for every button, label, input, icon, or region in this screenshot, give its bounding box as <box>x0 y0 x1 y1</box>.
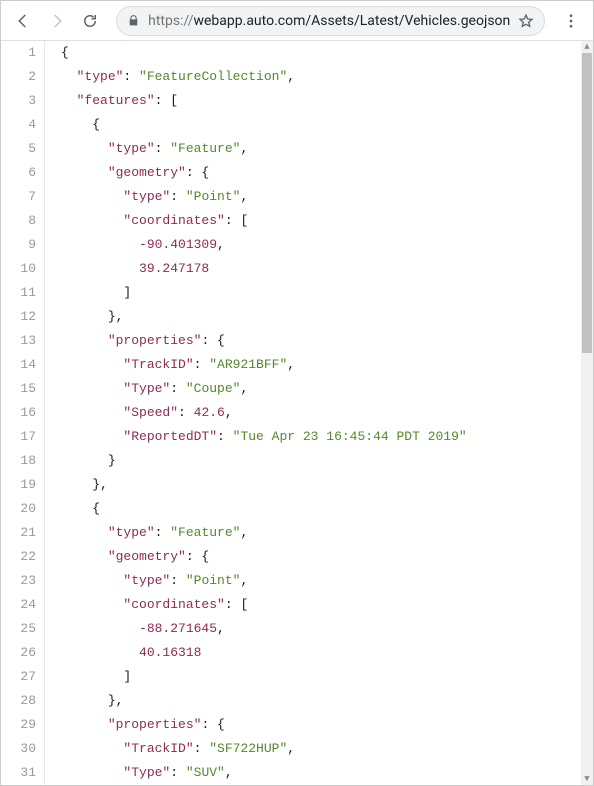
browser-toolbar: https://webapp.auto.com/Assets/Latest/Ve… <box>1 1 593 41</box>
line-number: 5 <box>1 137 36 161</box>
url-text: https://webapp.auto.com/Assets/Latest/Ve… <box>148 13 510 29</box>
code-line: { <box>61 41 593 65</box>
arrow-right-icon <box>48 12 66 30</box>
line-number: 11 <box>1 281 36 305</box>
code-line: "Speed": 42.6, <box>61 401 593 425</box>
code-line: "properties": { <box>61 329 593 353</box>
code-line: "type": "Feature", <box>61 521 593 545</box>
line-number: 7 <box>1 185 36 209</box>
line-number: 4 <box>1 113 36 137</box>
line-number: 21 <box>1 521 36 545</box>
line-number: 15 <box>1 377 36 401</box>
line-number: 23 <box>1 569 36 593</box>
code-line: "type": "Point", <box>61 569 593 593</box>
scrollbar-down-arrow[interactable]: ▼ <box>581 773 593 785</box>
line-number: 2 <box>1 65 36 89</box>
code-line: "Type": "Coupe", <box>61 377 593 401</box>
star-icon[interactable] <box>518 13 534 29</box>
code-content[interactable]: { "type": "FeatureCollection", "features… <box>45 41 593 785</box>
scrollbar-up-arrow[interactable]: ▲ <box>581 41 593 53</box>
line-number: 26 <box>1 641 36 665</box>
line-number: 3 <box>1 89 36 113</box>
forward-button[interactable] <box>43 7 71 35</box>
code-line: }, <box>61 689 593 713</box>
lock-icon <box>127 14 140 27</box>
line-number: 14 <box>1 353 36 377</box>
code-line: "type": "FeatureCollection", <box>61 65 593 89</box>
line-number: 31 <box>1 761 36 785</box>
scrollbar-thumb[interactable] <box>582 53 592 353</box>
code-line: "TrackID": "AR921BFF", <box>61 353 593 377</box>
line-number: 25 <box>1 617 36 641</box>
back-button[interactable] <box>9 7 37 35</box>
code-line: { <box>61 113 593 137</box>
code-line: "features": [ <box>61 89 593 113</box>
source-view: 1234567891011121314151617181920212223242… <box>1 41 593 785</box>
line-number: 16 <box>1 401 36 425</box>
menu-button[interactable] <box>557 7 585 35</box>
code-line: }, <box>61 473 593 497</box>
scrollbar[interactable]: ▲ ▼ <box>581 41 593 785</box>
code-line: 39.247178 <box>61 257 593 281</box>
line-number: 9 <box>1 233 36 257</box>
code-line: ] <box>61 281 593 305</box>
code-line: "coordinates": [ <box>61 209 593 233</box>
line-number: 30 <box>1 737 36 761</box>
line-number: 28 <box>1 689 36 713</box>
code-line: "TrackID": "SF722HUP", <box>61 737 593 761</box>
line-number: 13 <box>1 329 36 353</box>
code-line: } <box>61 449 593 473</box>
line-number: 19 <box>1 473 36 497</box>
code-line: { <box>61 497 593 521</box>
code-line: "Type": "SUV", <box>61 761 593 785</box>
code-line: "geometry": { <box>61 161 593 185</box>
arrow-left-icon <box>14 12 32 30</box>
line-number: 20 <box>1 497 36 521</box>
line-number: 10 <box>1 257 36 281</box>
reload-button[interactable] <box>76 7 104 35</box>
line-number: 12 <box>1 305 36 329</box>
line-number: 17 <box>1 425 36 449</box>
line-number: 6 <box>1 161 36 185</box>
line-number-gutter: 1234567891011121314151617181920212223242… <box>1 41 45 785</box>
reload-icon <box>81 12 99 30</box>
line-number: 27 <box>1 665 36 689</box>
kebab-icon <box>562 12 580 30</box>
code-line: "coordinates": [ <box>61 593 593 617</box>
line-number: 24 <box>1 593 36 617</box>
code-line: "type": "Point", <box>61 185 593 209</box>
line-number: 18 <box>1 449 36 473</box>
code-line: "properties": { <box>61 713 593 737</box>
address-bar[interactable]: https://webapp.auto.com/Assets/Latest/Ve… <box>116 6 545 36</box>
code-line: 40.16318 <box>61 641 593 665</box>
line-number: 29 <box>1 713 36 737</box>
code-line: -88.271645, <box>61 617 593 641</box>
line-number: 8 <box>1 209 36 233</box>
code-line: -90.401309, <box>61 233 593 257</box>
line-number: 22 <box>1 545 36 569</box>
code-line: "geometry": { <box>61 545 593 569</box>
code-line: "type": "Feature", <box>61 137 593 161</box>
code-line: }, <box>61 305 593 329</box>
code-line: "ReportedDT": "Tue Apr 23 16:45:44 PDT 2… <box>61 425 593 449</box>
code-line: ] <box>61 665 593 689</box>
line-number: 1 <box>1 41 36 65</box>
